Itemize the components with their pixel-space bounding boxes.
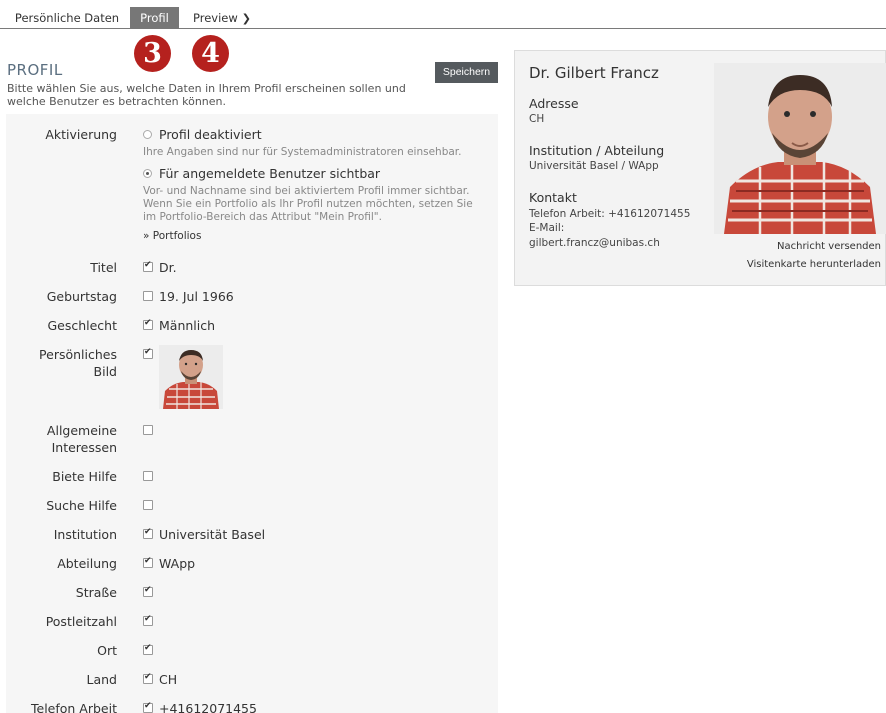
field-label: Geschlecht (47, 318, 117, 333)
visibility-checkbox-country[interactable] (143, 672, 153, 684)
profile-preview-card: Dr. Gilbert Francz Adresse CH Institutio… (514, 50, 886, 286)
field-label: Abteilung (57, 556, 117, 571)
card-profile-photo (714, 63, 886, 234)
card-phone: Telefon Arbeit: +41612071455 (529, 208, 691, 220)
field-label: Suche Hilfe (46, 498, 117, 513)
portfolios-link[interactable]: » Portfolios (143, 230, 201, 242)
visibility-checkbox-picture[interactable] (143, 347, 153, 359)
field-label: Ort (97, 643, 117, 658)
tab-profile[interactable]: Profil (130, 7, 179, 29)
field-label: Land (86, 672, 117, 687)
radio-profile-deactivated[interactable] (143, 130, 152, 139)
card-name: Dr. Gilbert Francz (529, 64, 659, 82)
profile-tabs: Persönliche Daten Profil Preview ❯ (0, 0, 886, 29)
field-label: Persönliches Bild (39, 347, 117, 379)
visibility-checkbox-gender[interactable] (143, 318, 153, 330)
visibility-checkbox-street[interactable] (143, 585, 153, 597)
tab-preview[interactable]: Preview ❯ (193, 7, 251, 29)
page-title: PROFIL (7, 61, 63, 79)
step-marker-3: 3 (134, 35, 171, 72)
card-email-label: E-Mail: (529, 222, 565, 234)
tab-preview-label: Preview (193, 11, 238, 25)
visibility-checkbox-seek-help[interactable] (143, 500, 153, 510)
field-value: +41612071455 (159, 701, 257, 713)
step-marker-4: 4 (192, 35, 229, 72)
field-label: Allgemeine Interessen (46, 423, 117, 455)
card-institution-value: Universität Basel / WApp (529, 160, 659, 172)
field-label: Geburtstag (46, 289, 117, 304)
field-value: WApp (159, 556, 196, 571)
field-label: Institution (53, 527, 117, 542)
card-address-value: CH (529, 113, 545, 125)
send-message-link[interactable]: Nachricht versenden (777, 241, 881, 252)
card-address-label: Adresse (529, 96, 579, 111)
field-value: Männlich (159, 318, 216, 333)
field-value: Universität Basel (159, 527, 266, 542)
visibility-checkbox-city[interactable] (143, 643, 153, 655)
page-description: Bitte wählen Sie aus, welche Daten in Ih… (7, 82, 406, 108)
field-value: 19. Jul 1966 (159, 289, 234, 304)
profile-settings-form: Aktivierung Profil deaktiviert Ihre Anga… (6, 114, 498, 713)
field-label: Postleitzahl (45, 614, 117, 629)
field-label: Telefon Arbeit (31, 701, 117, 713)
hint-profile-deactivated: Ihre Angaben sind nur für Systemadminist… (143, 146, 462, 158)
field-label: Straße (75, 585, 117, 600)
visibility-checkbox-title[interactable] (143, 260, 153, 272)
visibility-checkbox-postcode[interactable] (143, 614, 153, 626)
visibility-checkbox-institution[interactable] (143, 527, 153, 539)
card-email-link[interactable]: gilbert.francz@unibas.ch (529, 237, 660, 250)
field-label: Biete Hilfe (52, 469, 117, 484)
visibility-checkbox-birthday[interactable] (143, 291, 153, 301)
download-vcard-link[interactable]: Visitenkarte herunterladen (747, 259, 881, 270)
save-button[interactable]: Speichern (435, 62, 498, 83)
card-institution-label: Institution / Abteilung (529, 143, 665, 158)
option-visible-logged-in[interactable]: Für angemeldete Benutzer sichtbar (159, 165, 380, 182)
card-contact-label: Kontakt (529, 190, 577, 205)
profile-picture-thumbnail (159, 345, 223, 409)
chevron-right-icon: ❯ (241, 12, 251, 25)
field-value: Dr. (159, 260, 177, 275)
field-value: CH (159, 672, 178, 687)
visibility-checkbox-offer-help[interactable] (143, 471, 153, 481)
activation-label: Aktivierung (45, 127, 117, 142)
radio-visible-logged-in[interactable] (143, 169, 152, 178)
visibility-checkbox-interests[interactable] (143, 425, 153, 435)
visibility-checkbox-department[interactable] (143, 556, 153, 568)
field-label: Titel (90, 260, 117, 275)
hint-visible-logged-in: Vor- und Nachname sind bei aktiviertem P… (143, 185, 473, 223)
visibility-checkbox-work-phone[interactable] (143, 701, 153, 713)
option-profile-deactivated[interactable]: Profil deaktiviert (159, 126, 262, 143)
tab-personal-data[interactable]: Persönliche Daten (8, 7, 126, 29)
